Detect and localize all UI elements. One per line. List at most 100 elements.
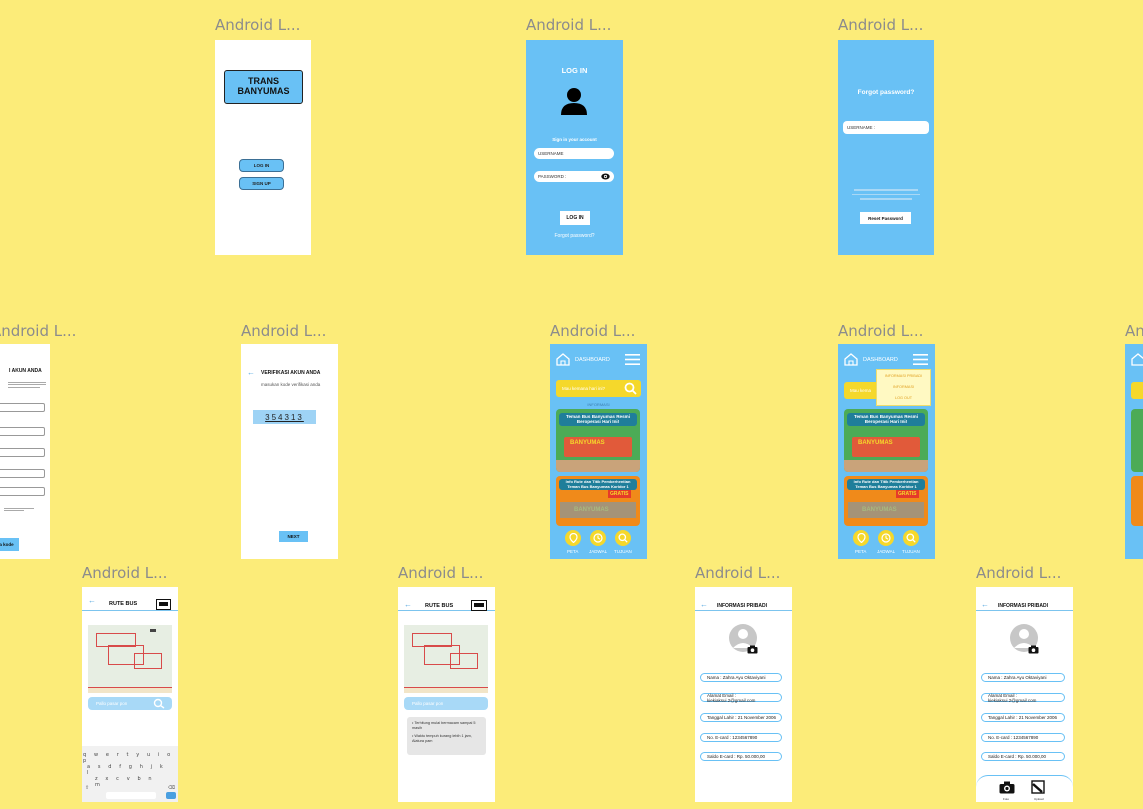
- search-placeholder: Pallo pasar pon: [412, 701, 444, 706]
- destination-search-nav-icon[interactable]: [615, 530, 631, 546]
- splash-signup-button[interactable]: SIGN UP: [239, 177, 284, 190]
- route-line: [134, 653, 162, 669]
- search-icon[interactable]: [624, 382, 637, 395]
- profile-name-field[interactable]: Nama : Zahra Ayu Oktaviyani: [981, 673, 1065, 682]
- hamburger-menu-icon[interactable]: [625, 354, 640, 365]
- forgot-password-link[interactable]: Forgot password?: [526, 233, 623, 239]
- keyboard-search-key[interactable]: [166, 792, 176, 799]
- news-poster-1[interactable]: Teman Bus Banyumas Resmi Beroperasi Hari…: [844, 409, 928, 472]
- search-placeholder: Pallo pasar pon: [96, 701, 128, 706]
- backspace-key-icon[interactable]: ⌫: [168, 785, 175, 791]
- spacebar-key[interactable]: [106, 792, 156, 799]
- home-icon[interactable]: [844, 353, 858, 366]
- poster-brand: BANYUMAS: [570, 440, 605, 446]
- route-map[interactable]: [404, 625, 488, 693]
- profile-email-field[interactable]: Alamat Email : kiekiaksui.2@gmail.com: [981, 693, 1065, 703]
- upload-image-icon[interactable]: [1031, 780, 1045, 794]
- camera-icon[interactable]: [1028, 645, 1039, 654]
- register-field[interactable]: [0, 487, 45, 496]
- bus-card-icon[interactable]: [156, 599, 171, 610]
- verify-instruction: masukan kode verifikasi anda: [261, 382, 321, 387]
- map-footer: [88, 687, 172, 693]
- route-map[interactable]: [88, 625, 172, 693]
- frame-label-profile: Android L...: [695, 564, 781, 582]
- register-field[interactable]: [0, 469, 45, 478]
- nav-label-destination: TUJUAN: [614, 549, 632, 554]
- hamburger-menu-icon[interactable]: [913, 354, 928, 365]
- profile-birthdate-field[interactable]: Tanggal Lahir : 21 November 2006: [981, 713, 1065, 722]
- profile-email-field[interactable]: Alamat Email : kiekiaksui.2@gmail.com: [700, 693, 782, 703]
- route-note: Waktu tempuh kurang lebih 1 jam, Alatura…: [412, 734, 472, 744]
- back-arrow-icon[interactable]: ←: [981, 600, 989, 609]
- keyboard-row[interactable]: z x c v b n m: [83, 773, 178, 788]
- login-button[interactable]: LOG IN: [560, 211, 590, 225]
- register-field[interactable]: [0, 403, 45, 412]
- frame-route-keyboard: ← RUTE BUS Pallo pasar pon q w e r t y u…: [82, 587, 178, 802]
- register-field[interactable]: [0, 448, 45, 457]
- back-arrow-icon[interactable]: ←: [88, 596, 96, 605]
- profile-balance-field[interactable]: Saldo E-card : Rp. 50.000,00: [700, 752, 782, 761]
- register-description: [8, 380, 46, 389]
- password-placeholder: PASSWORD :: [538, 174, 567, 179]
- keyboard-row[interactable]: q w e r t y u i o p: [83, 749, 178, 764]
- frame-login: LOG IN Sign in your account USERNAME PAS…: [526, 40, 623, 255]
- splash-login-button[interactable]: LOG IN: [239, 159, 284, 172]
- eye-icon[interactable]: [601, 173, 610, 180]
- frame-label-profile-photo: Android L...: [976, 564, 1062, 582]
- menu-item-logout[interactable]: LOG OUT: [877, 389, 930, 400]
- news-poster-1[interactable]: [1131, 409, 1143, 472]
- frame-label-forgot: Android L...: [838, 16, 924, 34]
- keyboard-row[interactable]: a s d f g h j k l: [83, 761, 178, 776]
- home-icon[interactable]: [1131, 353, 1143, 366]
- back-arrow-icon[interactable]: ←: [700, 600, 708, 609]
- bus-card-icon[interactable]: [471, 600, 487, 611]
- schedule-nav-icon[interactable]: [878, 530, 894, 546]
- camera-icon[interactable]: [747, 645, 758, 654]
- poster-headline: Teman Bus Banyumas Resmi Beroperasi Hari…: [559, 413, 637, 426]
- next-button[interactable]: NEXT: [279, 531, 308, 542]
- frame-dashboard-partial: [1125, 344, 1143, 559]
- register-field[interactable]: [0, 427, 45, 436]
- frame-profile-photo: ← INFORMASI PRIBADI Nama : Zahra Ayu Okt…: [976, 587, 1073, 802]
- frame-profile: ← INFORMASI PRIBADI Nama : Zahra Ayu Okt…: [695, 587, 792, 802]
- forgot-help-text: [852, 186, 920, 204]
- news-poster-2[interactable]: Info Rute dan Titik Pemberhentian Teman …: [844, 476, 928, 526]
- back-arrow-icon[interactable]: ←: [247, 368, 255, 377]
- poster-tag: GRATIS: [608, 490, 631, 498]
- map-nav-icon[interactable]: [853, 530, 869, 546]
- profile-balance-field[interactable]: Saldo E-card : Rp. 50.000,00: [981, 752, 1065, 761]
- register-submit-button[interactable]: a kode: [0, 538, 19, 551]
- poster-brand: BANYUMAS: [858, 440, 893, 446]
- news-poster-2[interactable]: [1131, 476, 1143, 526]
- search-icon[interactable]: [153, 698, 165, 709]
- login-title: LOG IN: [561, 66, 588, 75]
- frame-register: I AKUN ANDA a kode: [0, 344, 50, 559]
- verification-code: 354313: [253, 410, 316, 424]
- menu-item-personal-info[interactable]: INFORMASI PRIBADI: [877, 370, 930, 378]
- profile-ecard-field[interactable]: No. E-card : 1234567890: [700, 733, 782, 742]
- poster-ground: [556, 460, 640, 472]
- menu-item-info[interactable]: INFORMASI: [877, 378, 930, 389]
- news-poster-1[interactable]: Teman Bus Banyumas Resmi Beroperasi Hari…: [556, 409, 640, 472]
- forgot-username-input[interactable]: USERNAME :: [843, 121, 929, 134]
- route-search-input[interactable]: Pallo pasar pon: [404, 697, 488, 710]
- destination-search-nav-icon[interactable]: [903, 530, 919, 546]
- back-arrow-icon[interactable]: ←: [404, 600, 412, 609]
- profile-birthdate-field[interactable]: Tanggal Lahir : 21 November 2006: [700, 713, 782, 722]
- map-nav-icon[interactable]: [565, 530, 581, 546]
- shift-key-icon[interactable]: ⇧: [85, 785, 89, 791]
- username-input[interactable]: USERNAME: [534, 148, 614, 159]
- map-footer: [404, 687, 488, 693]
- nav-label-map: PETA: [567, 549, 579, 554]
- register-title: I AKUN ANDA: [9, 368, 42, 374]
- dashboard-search-input[interactable]: [1131, 382, 1143, 399]
- route-title: RUTE BUS: [109, 601, 138, 607]
- profile-ecard-field[interactable]: No. E-card : 1234567890: [981, 733, 1065, 742]
- home-icon[interactable]: [556, 353, 570, 366]
- onscreen-keyboard[interactable]: q w e r t y u i o p a s d f g h j k l z …: [82, 746, 178, 802]
- profile-name-field[interactable]: Nama : Zahra Ayu Oktaviyani: [700, 673, 782, 682]
- take-photo-icon[interactable]: [999, 781, 1015, 794]
- schedule-nav-icon[interactable]: [590, 530, 606, 546]
- reset-password-button[interactable]: Reset Password: [860, 212, 911, 224]
- news-poster-2[interactable]: Info Rute dan Titik Pemberhentian Teman …: [556, 476, 640, 526]
